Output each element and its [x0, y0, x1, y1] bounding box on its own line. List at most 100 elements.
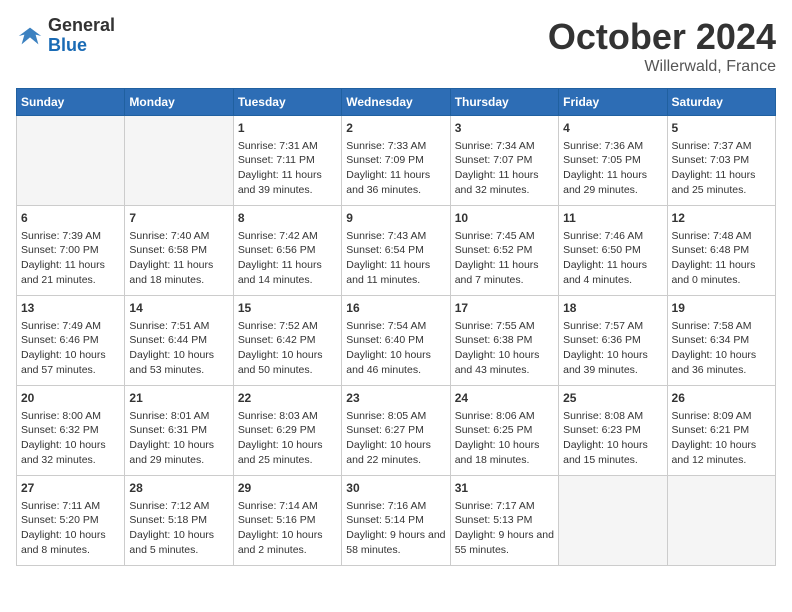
- sunset-text: Sunset: 6:46 PM: [21, 333, 120, 348]
- day-number: 15: [238, 300, 337, 317]
- calendar-cell: 12Sunrise: 7:48 AMSunset: 6:48 PMDayligh…: [667, 206, 775, 296]
- daylight-text: Daylight: 10 hours and 22 minutes.: [346, 438, 445, 467]
- sunrise-text: Sunrise: 7:33 AM: [346, 139, 445, 154]
- sunrise-text: Sunrise: 7:31 AM: [238, 139, 337, 154]
- month-title: October 2024: [548, 16, 776, 58]
- calendar-week-4: 27Sunrise: 7:11 AMSunset: 5:20 PMDayligh…: [17, 476, 776, 566]
- calendar-cell: 20Sunrise: 8:00 AMSunset: 6:32 PMDayligh…: [17, 386, 125, 476]
- sunset-text: Sunset: 6:32 PM: [21, 423, 120, 438]
- sunset-text: Sunset: 6:23 PM: [563, 423, 662, 438]
- calendar-cell: 28Sunrise: 7:12 AMSunset: 5:18 PMDayligh…: [125, 476, 233, 566]
- day-number: 2: [346, 120, 445, 137]
- calendar-table: SundayMondayTuesdayWednesdayThursdayFrid…: [16, 88, 776, 566]
- sunset-text: Sunset: 6:40 PM: [346, 333, 445, 348]
- sunrise-text: Sunrise: 7:37 AM: [672, 139, 771, 154]
- daylight-text: Daylight: 11 hours and 7 minutes.: [455, 258, 554, 287]
- daylight-text: Daylight: 10 hours and 2 minutes.: [238, 528, 337, 557]
- daylight-text: Daylight: 10 hours and 8 minutes.: [21, 528, 120, 557]
- sunrise-text: Sunrise: 7:40 AM: [129, 229, 228, 244]
- calendar-week-0: 1Sunrise: 7:31 AMSunset: 7:11 PMDaylight…: [17, 116, 776, 206]
- sunset-text: Sunset: 7:03 PM: [672, 153, 771, 168]
- day-number: 10: [455, 210, 554, 227]
- daylight-text: Daylight: 10 hours and 50 minutes.: [238, 348, 337, 377]
- daylight-text: Daylight: 11 hours and 32 minutes.: [455, 168, 554, 197]
- day-number: 9: [346, 210, 445, 227]
- day-number: 6: [21, 210, 120, 227]
- calendar-cell: [17, 116, 125, 206]
- daylight-text: Daylight: 11 hours and 25 minutes.: [672, 168, 771, 197]
- calendar-cell: 24Sunrise: 8:06 AMSunset: 6:25 PMDayligh…: [450, 386, 558, 476]
- daylight-text: Daylight: 11 hours and 39 minutes.: [238, 168, 337, 197]
- calendar-cell: 2Sunrise: 7:33 AMSunset: 7:09 PMDaylight…: [342, 116, 450, 206]
- calendar-cell: 15Sunrise: 7:52 AMSunset: 6:42 PMDayligh…: [233, 296, 341, 386]
- day-number: 24: [455, 390, 554, 407]
- day-number: 30: [346, 480, 445, 497]
- day-number: 26: [672, 390, 771, 407]
- sunset-text: Sunset: 6:48 PM: [672, 243, 771, 258]
- logo: General Blue: [16, 16, 115, 56]
- logo-text: General Blue: [48, 16, 115, 56]
- calendar-cell: 1 Sunrise: 7:31 AMSunset: 7:11 PMDaylight…: [233, 116, 341, 206]
- calendar-cell: 10 Sunrise: 7:45 AMSunset: 6:52 PMDayligh…: [450, 206, 558, 296]
- sunset-text: Sunset: 5:13 PM: [455, 513, 554, 528]
- calendar-cell: 8Sunrise: 7:42 AMSunset: 6:56 PMDaylight…: [233, 206, 341, 296]
- calendar-cell: 26Sunrise: 8:09 AMSunset: 6:21 PMDayligh…: [667, 386, 775, 476]
- calendar-cell: 30Sunrise: 7:16 AMSunset: 5:14 PMDayligh…: [342, 476, 450, 566]
- daylight-text: Daylight: 10 hours and 5 minutes.: [129, 528, 228, 557]
- sunrise-text: Sunrise: 8:03 AM: [238, 409, 337, 424]
- sunrise-text: Sunrise: 7:55 AM: [455, 319, 554, 334]
- sunset-text: Sunset: 6:52 PM: [455, 243, 554, 258]
- sunrise-text: Sunrise: 8:00 AM: [21, 409, 120, 424]
- sunrise-text: Sunrise: 7:34 AM: [455, 139, 554, 154]
- daylight-text: Daylight: 10 hours and 25 minutes.: [238, 438, 337, 467]
- day-number: 11: [563, 210, 662, 227]
- daylight-text: Daylight: 10 hours and 36 minutes.: [672, 348, 771, 377]
- day-number: 1: [238, 120, 337, 137]
- calendar-cell: [559, 476, 667, 566]
- day-number: 14: [129, 300, 228, 317]
- sunset-text: Sunset: 6:25 PM: [455, 423, 554, 438]
- sunrise-text: Sunrise: 7:46 AM: [563, 229, 662, 244]
- sunrise-text: Sunrise: 7:11 AM: [21, 499, 120, 514]
- calendar-week-2: 13Sunrise: 7:49 AMSunset: 6:46 PMDayligh…: [17, 296, 776, 386]
- sunrise-text: Sunrise: 7:12 AM: [129, 499, 228, 514]
- sunrise-text: Sunrise: 7:16 AM: [346, 499, 445, 514]
- day-number: 27: [21, 480, 120, 497]
- calendar-cell: 18Sunrise: 7:57 AMSunset: 6:36 PMDayligh…: [559, 296, 667, 386]
- sunrise-text: Sunrise: 7:14 AM: [238, 499, 337, 514]
- daylight-text: Daylight: 9 hours and 58 minutes.: [346, 528, 445, 557]
- sunrise-text: Sunrise: 7:42 AM: [238, 229, 337, 244]
- sunrise-text: Sunrise: 8:01 AM: [129, 409, 228, 424]
- daylight-text: Daylight: 11 hours and 0 minutes.: [672, 258, 771, 287]
- sunrise-text: Sunrise: 7:51 AM: [129, 319, 228, 334]
- day-number: 16: [346, 300, 445, 317]
- daylight-text: Daylight: 10 hours and 43 minutes.: [455, 348, 554, 377]
- sunrise-text: Sunrise: 8:09 AM: [672, 409, 771, 424]
- daylight-text: Daylight: 10 hours and 15 minutes.: [563, 438, 662, 467]
- sunrise-text: Sunrise: 7:45 AM: [455, 229, 554, 244]
- calendar-cell: 16Sunrise: 7:54 AMSunset: 6:40 PMDayligh…: [342, 296, 450, 386]
- sunset-text: Sunset: 6:34 PM: [672, 333, 771, 348]
- day-number: 17: [455, 300, 554, 317]
- calendar-cell: 14Sunrise: 7:51 AMSunset: 6:44 PMDayligh…: [125, 296, 233, 386]
- sunrise-text: Sunrise: 7:17 AM: [455, 499, 554, 514]
- sunset-text: Sunset: 6:31 PM: [129, 423, 228, 438]
- sunset-text: Sunset: 6:44 PM: [129, 333, 228, 348]
- day-number: 12: [672, 210, 771, 227]
- daylight-text: Daylight: 11 hours and 21 minutes.: [21, 258, 120, 287]
- sunset-text: Sunset: 7:00 PM: [21, 243, 120, 258]
- header-friday: Friday: [559, 89, 667, 116]
- day-number: 5: [672, 120, 771, 137]
- header-monday: Monday: [125, 89, 233, 116]
- calendar-cell: 23Sunrise: 8:05 AMSunset: 6:27 PMDayligh…: [342, 386, 450, 476]
- page-header: General Blue October 2024 Willerwald, Fr…: [16, 16, 776, 76]
- daylight-text: Daylight: 11 hours and 18 minutes.: [129, 258, 228, 287]
- daylight-text: Daylight: 11 hours and 29 minutes.: [563, 168, 662, 197]
- sunset-text: Sunset: 7:11 PM: [238, 153, 337, 168]
- location: Willerwald, France: [548, 58, 776, 76]
- day-number: 4: [563, 120, 662, 137]
- sunrise-text: Sunrise: 7:57 AM: [563, 319, 662, 334]
- logo-blue: Blue: [48, 36, 115, 56]
- daylight-text: Daylight: 11 hours and 11 minutes.: [346, 258, 445, 287]
- day-number: 18: [563, 300, 662, 317]
